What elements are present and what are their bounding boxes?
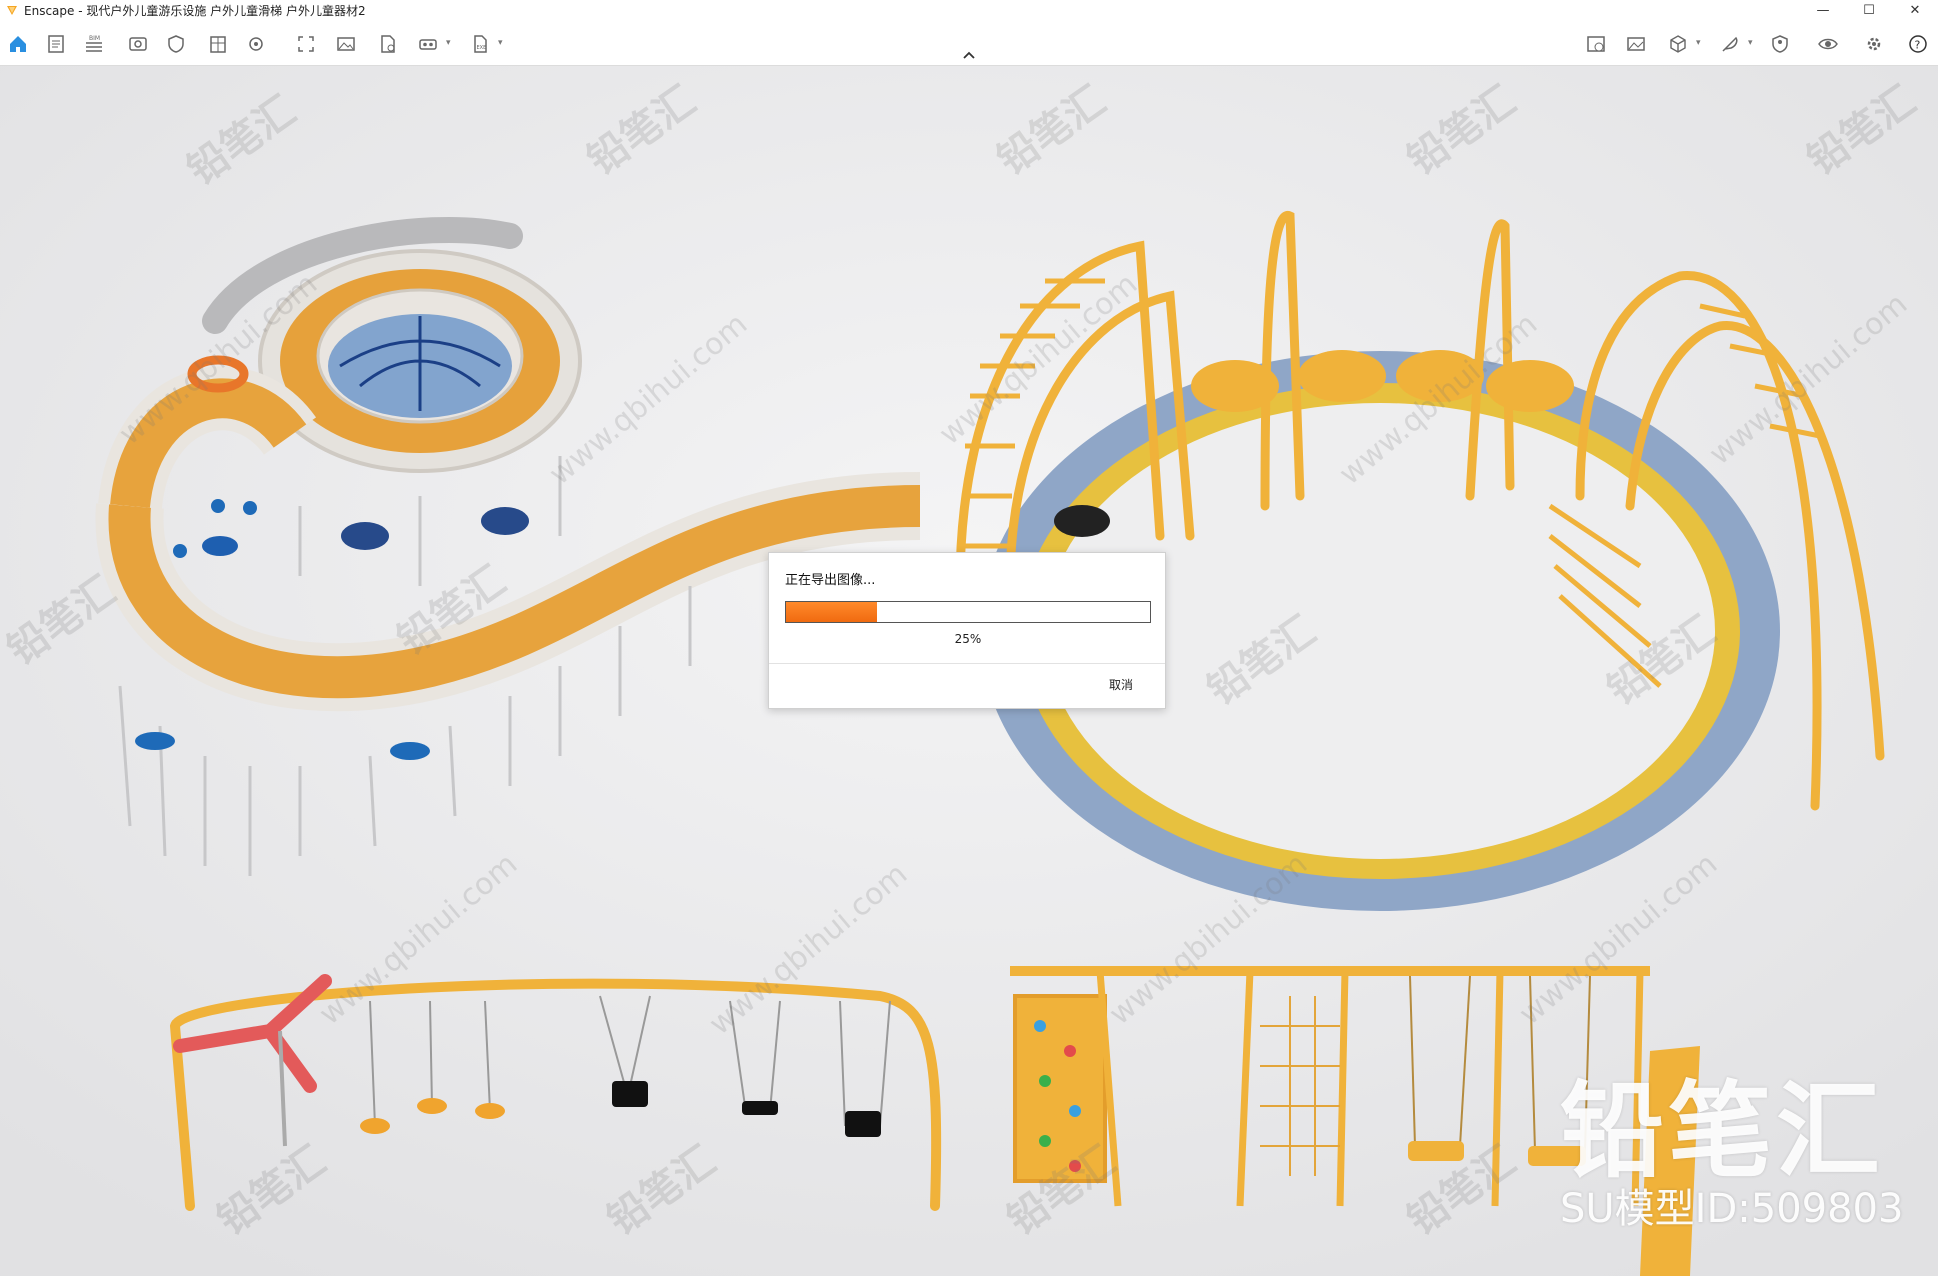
visual-settings-button[interactable] xyxy=(1816,32,1840,56)
file-export-icon xyxy=(381,35,395,53)
document-icon xyxy=(48,35,64,53)
eye-icon xyxy=(1818,38,1838,50)
settings-icon xyxy=(249,37,263,51)
export-icon: EXE xyxy=(474,35,487,53)
building-button[interactable] xyxy=(206,32,230,56)
building-icon xyxy=(210,36,226,53)
render-image-button[interactable] xyxy=(1584,32,1608,56)
gear-icon xyxy=(1867,37,1881,51)
bim-label: BIM xyxy=(89,35,100,42)
progress-percent-text: 25% xyxy=(954,632,982,646)
brand-watermark-large: 铅笔汇 xyxy=(1560,1070,1885,1192)
feather-dropdown-caret[interactable]: ▾ xyxy=(1748,38,1753,48)
bim-button[interactable]: BIM xyxy=(82,32,106,56)
vr-dropdown-caret[interactable]: ▾ xyxy=(446,38,451,48)
help-icon: ? xyxy=(1909,35,1927,53)
vr-icon xyxy=(419,39,437,50)
model-id-watermark: SU模型ID:509803 xyxy=(1560,1186,1904,1232)
window-controls: — ☐ ✕ xyxy=(1800,0,1938,20)
image-icon xyxy=(1627,37,1645,51)
home-icon xyxy=(10,36,26,52)
export-dropdown-caret[interactable]: ▾ xyxy=(498,38,503,48)
vr-button[interactable] xyxy=(416,32,440,56)
shield-person-icon xyxy=(1772,35,1788,53)
home-button[interactable] xyxy=(6,32,30,56)
settings-button[interactable] xyxy=(244,32,268,56)
expand-button[interactable] xyxy=(294,32,318,56)
view-button[interactable] xyxy=(126,32,150,56)
image-check-icon xyxy=(1587,36,1605,52)
help-button[interactable]: ? xyxy=(1906,32,1930,56)
feather-icon xyxy=(1722,36,1738,52)
shield-icon xyxy=(168,35,184,53)
enscape-logo-icon xyxy=(7,6,17,15)
document-button[interactable] xyxy=(44,32,68,56)
screenshot-button[interactable] xyxy=(1624,32,1648,56)
close-button[interactable]: ✕ xyxy=(1892,0,1938,20)
progress-fill xyxy=(786,602,877,622)
window-title: Enscape - 现代户外儿童游乐设施 户外儿童滑梯 户外儿童器材2 xyxy=(24,3,366,18)
file-export-button[interactable] xyxy=(376,32,400,56)
export-button[interactable]: EXE xyxy=(468,32,492,56)
shield-button[interactable] xyxy=(164,32,188,56)
maximize-button[interactable]: ☐ xyxy=(1846,0,1892,20)
general-settings-button[interactable] xyxy=(1862,32,1886,56)
asset-button[interactable] xyxy=(1768,32,1792,56)
cancel-button[interactable]: 取消 xyxy=(1109,676,1133,693)
cube-button[interactable] xyxy=(1666,32,1690,56)
image-icon xyxy=(337,37,355,51)
image-button[interactable] xyxy=(334,32,358,56)
eye-icon xyxy=(129,37,147,51)
title-bar: Enscape - 现代户外儿童游乐设施 户外儿童滑梯 户外儿童器材2 — ☐ … xyxy=(0,0,1938,20)
svg-text:?: ? xyxy=(1915,39,1921,52)
collapse-toolbar-chevron-icon[interactable] xyxy=(960,48,978,62)
dialog-title: 正在导出图像... xyxy=(785,573,876,588)
svg-text:EXE: EXE xyxy=(477,45,487,51)
main-toolbar: BIM ▾ EXE ▾ ▾ ▾ ? xyxy=(0,20,1938,66)
cube-dropdown-caret[interactable]: ▾ xyxy=(1696,38,1701,48)
minimize-button[interactable]: — xyxy=(1800,0,1846,20)
dialog-separator xyxy=(769,663,1165,664)
expand-icon xyxy=(298,36,314,52)
cube-icon xyxy=(1670,35,1686,53)
bim-icon: BIM xyxy=(86,35,102,52)
export-progress-bar xyxy=(785,601,1151,623)
enscape-window: Enscape - 现代户外儿童游乐设施 户外儿童滑梯 户外儿童器材2 — ☐ … xyxy=(0,0,1938,1276)
feather-button[interactable] xyxy=(1718,32,1742,56)
export-progress-dialog: 正在导出图像... 25% 取消 xyxy=(768,552,1166,709)
